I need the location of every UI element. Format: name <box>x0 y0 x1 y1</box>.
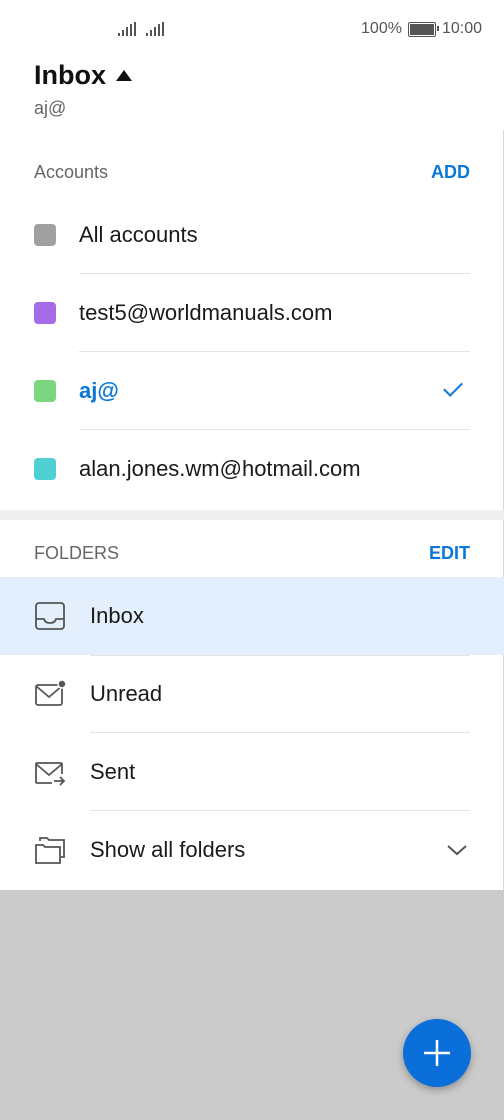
account-label: All accounts <box>79 222 198 247</box>
account-item-all[interactable]: All accounts <box>0 196 504 274</box>
account-label: alan.jones.wm@hotmail.com <box>79 456 361 481</box>
folders-header: FOLDERS EDIT <box>34 533 470 573</box>
row-divider <box>90 655 470 656</box>
compose-button[interactable] <box>403 1019 471 1087</box>
account-label: aj@ <box>79 378 119 403</box>
account-label: test5@worldmanuals.com <box>79 300 333 325</box>
folder-label: Unread <box>90 681 163 706</box>
folders-heading: FOLDERS <box>34 542 120 563</box>
battery-percent: 100% <box>361 20 402 37</box>
folder-label: Inbox <box>90 603 144 628</box>
account-color-swatch <box>34 224 56 246</box>
checkmark-icon <box>443 377 463 397</box>
folder-item-show-all[interactable]: Show all folders <box>0 811 504 889</box>
account-color-swatch <box>34 380 56 402</box>
account-item-test5[interactable]: test5@worldmanuals.com <box>0 274 504 352</box>
page-title: Inbox <box>34 60 106 90</box>
account-item-hotmail[interactable]: alan.jones.wm@hotmail.com <box>0 430 504 508</box>
folder-item-sent[interactable]: Sent <box>0 733 504 811</box>
signal-strength-icon <box>118 22 136 36</box>
sent-mail-icon <box>35 762 66 786</box>
edit-folders-button[interactable]: EDIT <box>429 543 470 564</box>
battery-icon <box>407 21 439 37</box>
accounts-header: Accounts ADD <box>34 152 470 192</box>
status-bar: 100% 10:00 <box>0 0 504 62</box>
folder-item-unread[interactable]: Unread <box>0 655 504 733</box>
folder-label: Show all folders <box>90 837 246 862</box>
folder-item-inbox[interactable]: Inbox <box>0 577 504 655</box>
account-item-aj[interactable]: aj@ <box>0 352 504 430</box>
chevron-down-icon[interactable] <box>446 843 468 857</box>
plus-icon <box>424 1040 450 1066</box>
account-subtitle: aj@ <box>34 98 67 118</box>
clock: 10:00 <box>441 20 482 37</box>
status-right: 100% 10:00 <box>361 20 482 38</box>
inbox-icon <box>35 602 65 630</box>
unread-mail-icon <box>35 679 66 706</box>
folder-label: Sent <box>90 759 136 784</box>
add-account-button[interactable]: ADD <box>431 162 470 183</box>
account-color-swatch <box>34 458 56 480</box>
folder-switcher-title[interactable]: Inbox <box>34 60 132 91</box>
account-color-swatch <box>34 302 56 324</box>
signal-strength-icon <box>146 22 164 36</box>
section-separator <box>0 510 504 520</box>
signal-indicators <box>118 22 164 36</box>
folders-icon <box>35 837 65 864</box>
accounts-heading: Accounts <box>34 161 109 182</box>
caret-up-icon <box>116 70 132 81</box>
